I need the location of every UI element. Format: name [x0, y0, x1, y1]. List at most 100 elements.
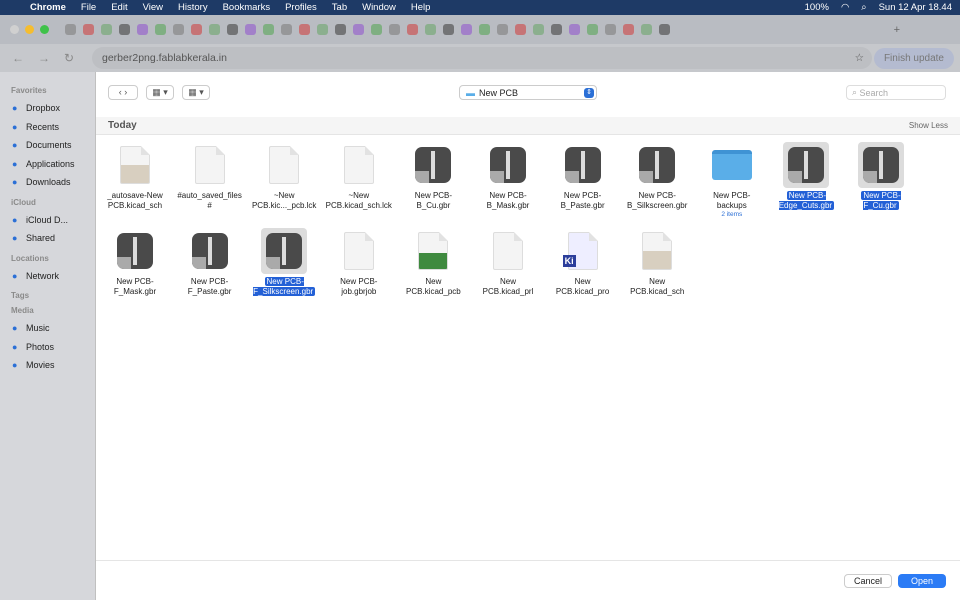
menu-file[interactable]: File — [81, 2, 96, 13]
tab-favicon[interactable] — [317, 24, 328, 35]
file-item[interactable]: New PCB- job.gbrjob — [322, 228, 396, 297]
location-popup[interactable]: ▬ New PCB ⇕ — [459, 85, 597, 100]
tab-favicon[interactable] — [353, 24, 364, 35]
sidebar-item-applications[interactable]: ● Applications — [0, 155, 95, 174]
sidebar-item-downloads[interactable]: ● Downloads — [0, 173, 95, 192]
tab-favicon[interactable] — [623, 24, 634, 35]
show-less-button[interactable]: Show Less — [909, 121, 948, 130]
tab-favicon[interactable] — [605, 24, 616, 35]
tab-favicon[interactable] — [551, 24, 562, 35]
group-button[interactable]: ▦ ▾ — [182, 84, 210, 100]
menu-tab[interactable]: Tab — [332, 2, 347, 13]
sidebar-item-recents[interactable]: ● Recents — [0, 118, 95, 137]
tab-favicon[interactable] — [335, 24, 346, 35]
tab-favicon[interactable] — [371, 24, 382, 35]
menu-app[interactable]: Chrome — [30, 2, 66, 13]
file-item[interactable]: New PCB- B_Paste.gbr — [546, 142, 620, 211]
zoom-window-button[interactable] — [40, 25, 49, 34]
tab-favicon[interactable] — [641, 24, 652, 35]
search-icon: ⌕ — [852, 87, 860, 97]
new-tab-button[interactable]: + — [894, 24, 900, 36]
tab-favicon[interactable] — [407, 24, 418, 35]
finish-update-button[interactable]: Finish update — [873, 47, 954, 69]
file-item[interactable]: New PCB.kicad_pcb — [396, 228, 470, 297]
sidebar-item-shared[interactable]: ● Shared — [0, 229, 95, 248]
tab-favicon[interactable] — [479, 24, 490, 35]
tab-favicon[interactable] — [281, 24, 292, 35]
bookmark-star-icon[interactable]: ☆ — [855, 52, 864, 64]
file-item[interactable]: New PCB- F_Paste.gbr — [173, 228, 247, 297]
file-item[interactable]: New PCB- Edge_Cuts.gbr — [769, 142, 843, 211]
menu-edit[interactable]: Edit — [111, 2, 127, 13]
menu-help[interactable]: Help — [411, 2, 431, 13]
search-input[interactable]: ⌕ Search — [846, 85, 946, 100]
file-item[interactable]: New PCB- F_Silkscreen.gbr — [247, 228, 321, 297]
menu-history[interactable]: History — [178, 2, 208, 13]
menu-window[interactable]: Window — [362, 2, 396, 13]
file-item[interactable]: New PCB- F_Cu.gbr — [844, 142, 918, 211]
tab-favicon[interactable] — [173, 24, 184, 35]
sidebar-item-documents[interactable]: ● Documents — [0, 136, 95, 155]
cancel-button[interactable]: Cancel — [844, 574, 892, 588]
sidebar-item-label: Photos — [26, 341, 55, 352]
tab-favicon[interactable] — [209, 24, 220, 35]
close-window-button[interactable] — [10, 25, 19, 34]
search-icon[interactable]: ⌕ — [861, 2, 866, 13]
tab-favicon[interactable] — [533, 24, 544, 35]
file-item[interactable]: New PCB.kicad_sch — [620, 228, 694, 297]
tab-favicon[interactable] — [83, 24, 94, 35]
tab-favicon[interactable] — [101, 24, 112, 35]
file-item[interactable]: Ki New PCB.kicad_pro — [546, 228, 620, 297]
file-item[interactable]: New PCB- B_Silkscreen.gbr — [620, 142, 694, 211]
icon-view-button[interactable]: ▦ ▾ — [146, 84, 174, 100]
sidebar-item-dropbox[interactable]: ● Dropbox — [0, 99, 95, 118]
file-item[interactable]: New PCB.kicad_prl — [471, 228, 545, 297]
tab-favicon[interactable] — [443, 24, 454, 35]
tab-favicon[interactable] — [425, 24, 436, 35]
open-button[interactable]: Open — [898, 574, 946, 588]
tab-favicon[interactable] — [569, 24, 580, 35]
forward-icon[interactable]: → — [38, 51, 52, 65]
menu-bookmarks[interactable]: Bookmarks — [223, 2, 271, 13]
tab-favicon[interactable] — [191, 24, 202, 35]
tab-favicon[interactable] — [659, 24, 670, 35]
tab-favicon[interactable] — [245, 24, 256, 35]
tab-favicon[interactable] — [119, 24, 130, 35]
file-item[interactable]: New PCB- backups 2 items — [695, 142, 769, 218]
tab-favicon[interactable] — [389, 24, 400, 35]
minimize-window-button[interactable] — [25, 25, 34, 34]
tab-favicon[interactable] — [497, 24, 508, 35]
file-item[interactable]: New PCB- F_Mask.gbr — [98, 228, 172, 297]
sidebar-item-music[interactable]: ● Music — [0, 319, 95, 338]
tab-favicon[interactable] — [65, 24, 76, 35]
sidebar-item-label: Applications — [26, 158, 75, 169]
tab-favicon[interactable] — [263, 24, 274, 35]
clock[interactable]: Sun 12 Apr 18.44 — [879, 2, 952, 13]
back-icon[interactable]: ← — [12, 51, 26, 65]
file-item[interactable]: ~New PCB.kic..._pcb.lck — [247, 142, 321, 211]
sidebar-item-movies[interactable]: ● Movies — [0, 356, 95, 375]
menu-view[interactable]: View — [143, 2, 163, 13]
wifi-icon[interactable]: ◠ — [841, 2, 849, 13]
tab-favicon[interactable] — [155, 24, 166, 35]
sidebar-item-network[interactable]: ● Network — [0, 267, 95, 286]
file-item[interactable]: ~New PCB.kicad_sch.lck — [322, 142, 396, 211]
back-forward-buttons[interactable]: ‹ › — [108, 84, 138, 100]
document-icon — [336, 228, 382, 274]
battery-level[interactable]: 100% — [805, 2, 829, 13]
tab-favicon[interactable] — [515, 24, 526, 35]
tab-favicon[interactable] — [299, 24, 310, 35]
file-item[interactable]: _autosave-New PCB.kicad_sch — [98, 142, 172, 211]
sidebar-item-photos[interactable]: ● Photos — [0, 338, 95, 357]
file-item[interactable]: #auto_saved_files # — [173, 142, 247, 211]
tab-favicon[interactable] — [587, 24, 598, 35]
tab-favicon[interactable] — [461, 24, 472, 35]
file-item[interactable]: New PCB- B_Cu.gbr — [396, 142, 470, 211]
address-bar[interactable]: gerber2png.fablabkerala.in ☆ — [92, 47, 872, 69]
reload-icon[interactable]: ↻ — [64, 51, 78, 65]
menu-profiles[interactable]: Profiles — [285, 2, 317, 13]
sidebar-item-icloud-d-[interactable]: ● iCloud D... — [0, 211, 95, 230]
tab-favicon[interactable] — [227, 24, 238, 35]
tab-favicon[interactable] — [137, 24, 148, 35]
file-item[interactable]: New PCB- B_Mask.gbr — [471, 142, 545, 211]
